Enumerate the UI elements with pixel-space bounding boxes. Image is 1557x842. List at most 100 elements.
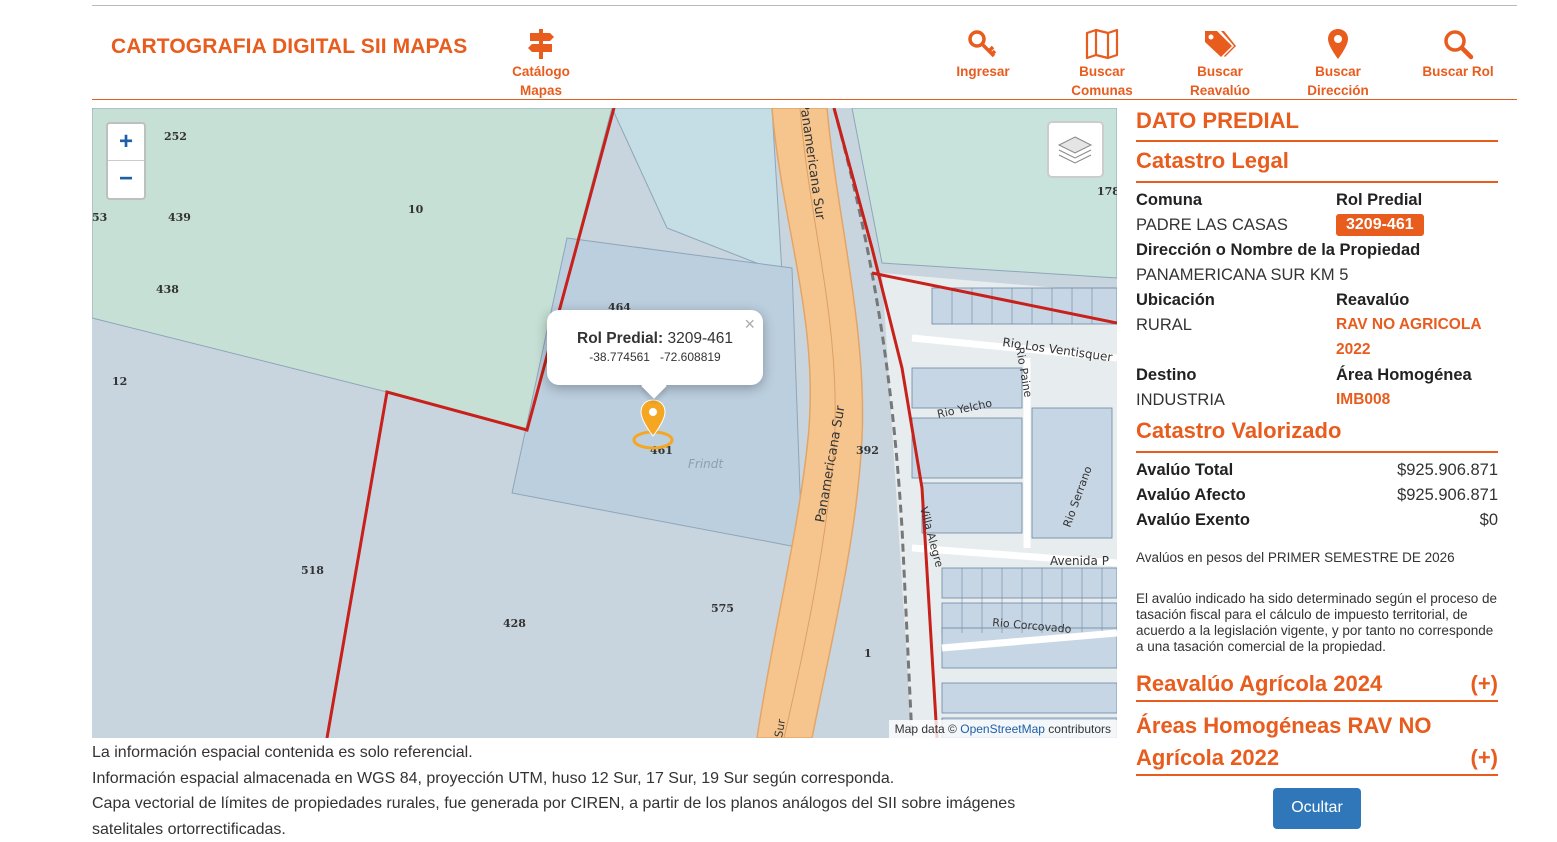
rav-agricola-heading: Reavalúo Agrícola 2024 <box>1136 671 1382 696</box>
map-attribution: Map data © OpenStreetMap contributors <box>889 720 1117 738</box>
parcel-label: 438 <box>156 283 179 296</box>
areas-homogeneas-heading-1: Áreas Homogéneas RAV NO <box>1136 713 1431 738</box>
parcel-label: 252 <box>164 130 187 143</box>
avaluo-exento-row: Avalúo Exento $0 <box>1136 511 1498 536</box>
map-canvas[interactable]: 252 439 438 10 12 464 461 392 518 428 57… <box>92 108 1117 738</box>
parcel-label: 518 <box>301 564 324 577</box>
panel-title: DATO PREDIAL <box>1136 108 1498 142</box>
nav-label: Dirección <box>1307 83 1369 98</box>
nav-buscar-rol[interactable]: Buscar Rol <box>1416 28 1500 81</box>
semester-note: Avalúos en pesos del PRIMER SEMESTRE DE … <box>1136 550 1498 566</box>
row: Dirección o Nombre de la Propiedad <box>1136 241 1498 266</box>
property-panel: DATO PREDIAL Catastro Legal Comuna Rol P… <box>1136 108 1498 776</box>
row: RURAL RAV NO AGRICOLA <box>1136 316 1498 341</box>
footnote: Información espacial almacenada en WGS 8… <box>92 766 1117 792</box>
expand-icon: (+) <box>1471 668 1499 700</box>
popup-coords: -38.774561 -72.608819 <box>547 350 763 364</box>
map-popup: × Rol Predial: 3209-461 -38.774561 -72.6… <box>547 310 763 385</box>
parcel-label: 575 <box>711 602 734 615</box>
nav-label: Buscar <box>1315 64 1361 79</box>
comuna-label: Comuna <box>1136 191 1202 210</box>
reavaluo-value: RAV NO AGRICOLA <box>1336 316 1482 334</box>
direccion-value: PANAMERICANA SUR KM 5 <box>1136 266 1348 285</box>
attribution-prefix: Map data © <box>895 722 957 736</box>
rol-badge: 3209-461 <box>1336 214 1424 236</box>
parcel-label: 439 <box>168 211 191 224</box>
ubicacion-label: Ubicación <box>1136 291 1215 310</box>
zoom-in-button[interactable]: + <box>108 124 144 161</box>
destino-value: INDUSTRIA <box>1136 391 1225 410</box>
disclaimer: El avalúo indicado ha sido determinado s… <box>1136 591 1498 655</box>
areas-homogeneas-toggle[interactable]: Áreas Homogéneas RAV NO Agrícola 2022 (+… <box>1136 710 1498 776</box>
parcel-label: 392 <box>856 444 879 457</box>
popup-close-button[interactable]: × <box>744 314 755 335</box>
row: PADRE LAS CASAS 3209-461 <box>1136 216 1498 241</box>
parcel-label: 1 <box>864 647 872 660</box>
popup-title: Rol Predial: 3209-461 <box>547 330 763 348</box>
destino-label: Destino <box>1136 366 1197 385</box>
expand-icon: (+) <box>1471 742 1499 774</box>
nav-label: Buscar <box>1079 64 1125 79</box>
nav-ingresar[interactable]: Ingresar <box>946 28 1020 81</box>
nav-label: Buscar Rol <box>1422 64 1493 79</box>
area-value: IMB008 <box>1336 391 1390 409</box>
popup-lat: -38.774561 <box>589 350 650 364</box>
map-view[interactable]: 252 439 438 10 12 464 461 392 518 428 57… <box>92 108 1117 738</box>
zoom-out-button[interactable]: − <box>108 161 144 198</box>
avaluo-afecto-label: Avalúo Afecto <box>1136 486 1246 505</box>
layers-button[interactable] <box>1047 121 1104 178</box>
row: PANAMERICANA SUR KM 5 <box>1136 266 1498 291</box>
row: 2022 <box>1136 341 1498 366</box>
avaluos: Avalúo Total $925.906.871 Avalúo Afecto … <box>1136 461 1498 536</box>
nav-label: Mapas <box>520 83 562 98</box>
avaluo-afecto-value: $925.906.871 <box>1397 486 1498 505</box>
nav-label: Comunas <box>1071 83 1133 98</box>
row: INDUSTRIA IMB008 <box>1136 391 1498 416</box>
row: Ubicación Reavalúo <box>1136 291 1498 316</box>
parcel-label: 428 <box>503 617 526 630</box>
street-label: Avenida P <box>1050 554 1109 568</box>
tags-icon <box>1203 28 1237 60</box>
parcel-label: 178 <box>1097 185 1117 198</box>
footnote: satelitales ortorrectificadas. <box>92 817 1117 842</box>
attribution-suffix: contributors <box>1048 722 1111 736</box>
parcel-label: 12 <box>112 375 127 388</box>
avaluo-total-label: Avalúo Total <box>1136 461 1233 480</box>
footnote: Capa vectorial de límites de propiedades… <box>92 791 1117 817</box>
footnote: La información espacial contenida es sol… <box>92 740 1117 766</box>
avaluo-exento-value: $0 <box>1480 511 1498 530</box>
direccion-label: Dirección o Nombre de la Propiedad <box>1136 241 1420 260</box>
comuna-value: PADRE LAS CASAS <box>1136 216 1288 235</box>
catastro-valorizado-heading: Catastro Valorizado <box>1136 418 1498 453</box>
signpost-icon <box>524 28 558 60</box>
osm-link[interactable]: OpenStreetMap <box>960 722 1045 736</box>
map-icon <box>1085 28 1119 60</box>
key-icon <box>966 28 1000 60</box>
nav-buscar-comunas[interactable]: Buscar Comunas <box>1064 28 1140 100</box>
ubicacion-value: RURAL <box>1136 316 1192 335</box>
app-title: CARTOGRAFIA DIGITAL SII MAPAS <box>111 35 467 59</box>
popup-title-value: 3209-461 <box>667 330 733 347</box>
nav-label: Buscar <box>1197 64 1243 79</box>
reavaluo-label: Reavalúo <box>1336 291 1409 310</box>
avaluo-total-row: Avalúo Total $925.906.871 <box>1136 461 1498 486</box>
nav-buscar-direccion[interactable]: Buscar Dirección <box>1300 28 1376 100</box>
popup-title-label: Rol Predial: <box>577 330 663 347</box>
zoom-control: + − <box>106 122 146 200</box>
nav-buscar-reavaluo[interactable]: Buscar Reavalúo <box>1182 28 1258 100</box>
hide-button[interactable]: Ocultar <box>1273 788 1361 829</box>
areas-homogeneas-heading-2: Agrícola 2022 <box>1136 745 1279 770</box>
avaluo-exento-label: Avalúo Exento <box>1136 511 1250 530</box>
rol-label: Rol Predial <box>1336 191 1422 210</box>
area-label: Área Homogénea <box>1336 366 1472 385</box>
avaluo-afecto-row: Avalúo Afecto $925.906.871 <box>1136 486 1498 511</box>
row: Comuna Rol Predial <box>1136 191 1498 216</box>
search-icon <box>1441 28 1475 60</box>
street-label: Frindt <box>688 457 724 471</box>
nav-catalogo-mapas[interactable]: Catálogo Mapas <box>502 28 580 100</box>
rav-agricola-toggle[interactable]: Reavalúo Agrícola 2024 (+) <box>1136 668 1498 702</box>
row: Destino Área Homogénea <box>1136 366 1498 391</box>
map-pin-icon <box>1321 28 1355 60</box>
nav-label: Catálogo <box>512 64 570 79</box>
map-footnotes: La información espacial contenida es sol… <box>92 740 1117 842</box>
